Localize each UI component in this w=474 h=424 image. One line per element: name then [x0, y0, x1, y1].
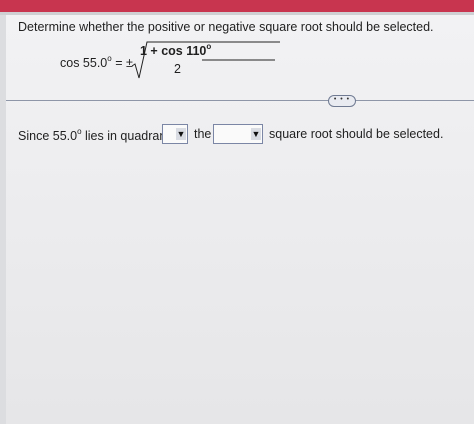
chevron-down-icon[interactable]: ▼	[251, 128, 261, 140]
fraction-numerator: 1 + cos 110o	[140, 42, 211, 58]
section-divider	[6, 100, 474, 101]
instruction-text: Determine whether the positive or negati…	[18, 20, 434, 34]
numerator-text: 1 + cos 110	[140, 44, 207, 58]
cos-expression: cos 55.0	[60, 56, 108, 70]
top-accent-bar	[0, 0, 474, 12]
equation-left-side: cos 55.0o = ±	[60, 54, 133, 70]
quadrant-dropdown[interactable]: ▼	[162, 124, 188, 144]
more-options-button[interactable]: • • •	[328, 95, 356, 107]
sign-dropdown[interactable]: ▼	[213, 124, 263, 144]
lies-in-quadrant-text: lies in quadrant	[81, 129, 170, 143]
fraction-denominator: 2	[174, 62, 181, 76]
the-text: the	[194, 127, 212, 141]
square-root-selected-text: square root should be selected.	[269, 127, 444, 141]
chevron-down-icon[interactable]: ▼	[176, 128, 186, 140]
since-angle-text: Since 55.0	[18, 129, 78, 143]
numerator-degree-symbol: o	[206, 42, 212, 51]
sentence-part1: Since 55.0o lies in quadrant	[18, 127, 170, 143]
degree-symbol: o	[107, 54, 112, 63]
